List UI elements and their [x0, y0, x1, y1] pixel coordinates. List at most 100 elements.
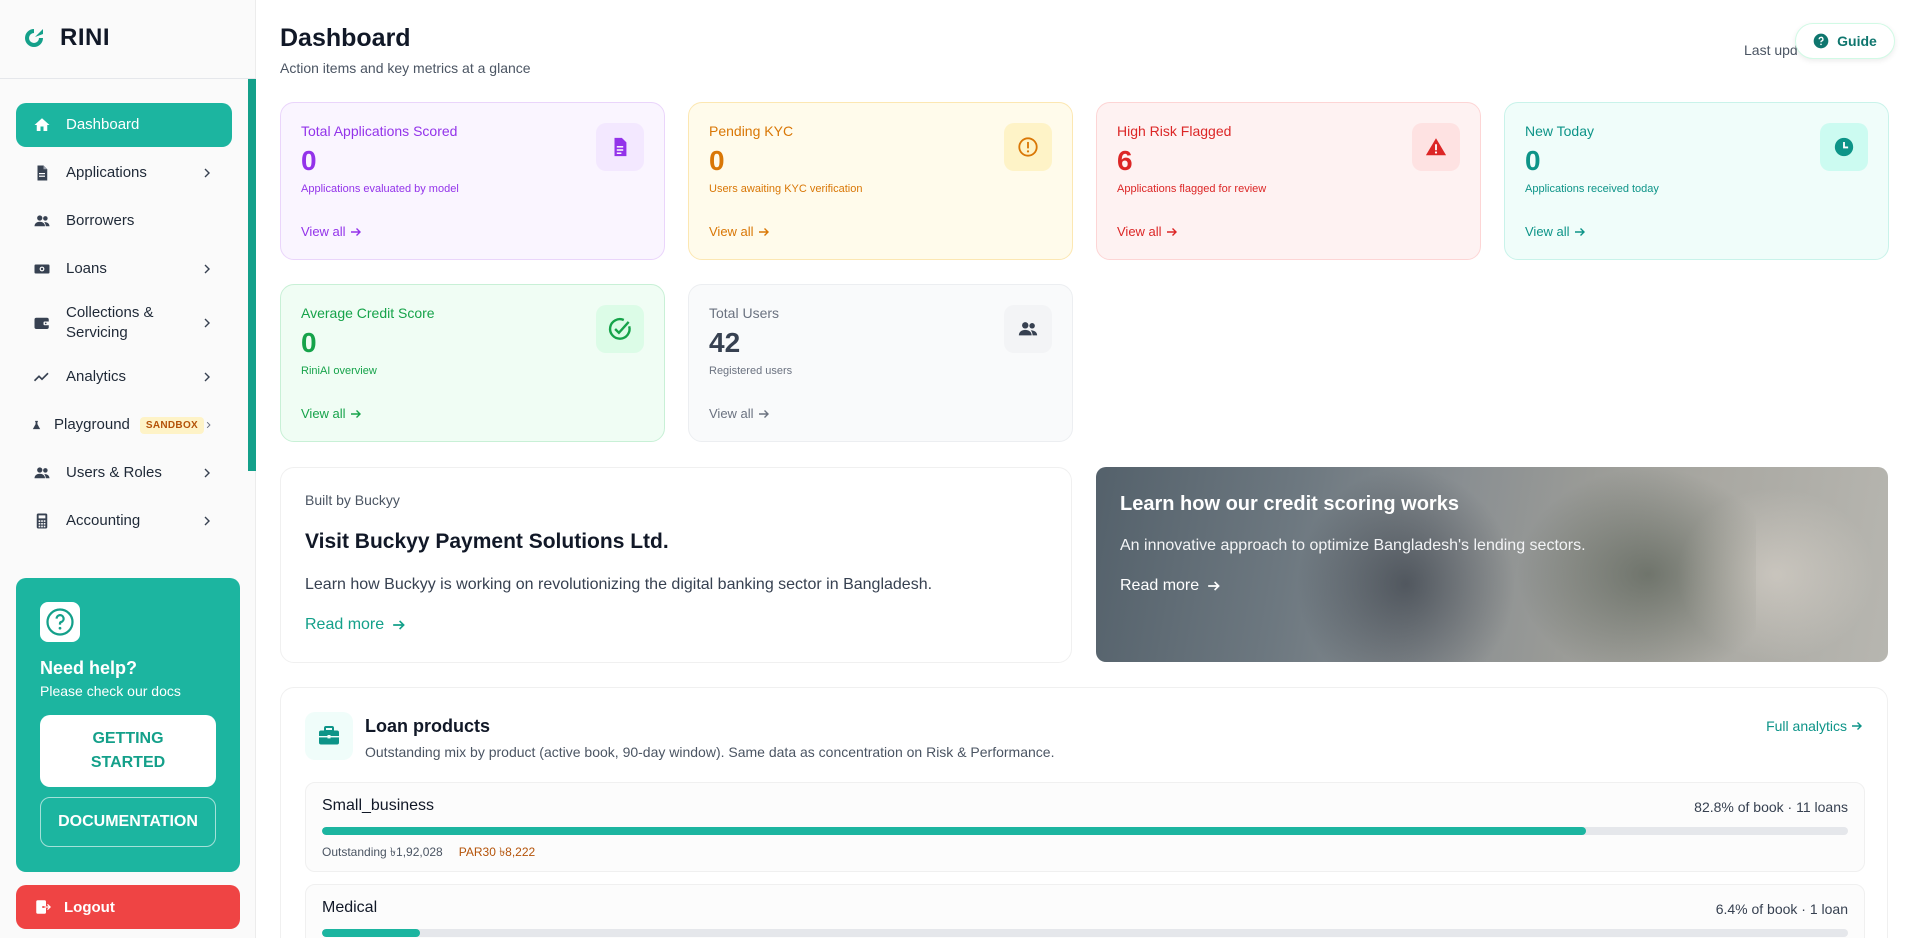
loan-product-row[interactable]: Medical 6.4% of book · 1 loan: [305, 884, 1865, 938]
view-all-link[interactable]: View all: [301, 224, 362, 239]
help-icon: [40, 602, 80, 642]
logo-icon: [25, 29, 43, 47]
loan-product-row[interactable]: Small_business 82.8% of book · 11 loans …: [305, 782, 1865, 872]
stat-value: 0: [301, 327, 317, 358]
view-all-label: View all: [301, 406, 346, 421]
help-title: Need help?: [40, 658, 138, 678]
stat-card-new-today[interactable]: New Today 0 Applications received today …: [1504, 102, 1889, 260]
getting-started-button[interactable]: GETTING STARTED: [40, 715, 216, 787]
product-share-bar: [322, 827, 1848, 835]
view-all-label: View all: [709, 224, 754, 239]
users-icon: [32, 211, 52, 231]
view-all-link[interactable]: View all: [1525, 224, 1586, 239]
credit-scoring-hero-card[interactable]: Learn how our credit scoring works An in…: [1096, 467, 1888, 662]
hero-image-person: [1676, 487, 1876, 662]
arrow-right-icon: [1852, 722, 1862, 730]
stat-description: Applications evaluated by model: [301, 183, 459, 195]
view-all-label: View all: [1117, 224, 1162, 239]
stat-description: Applications received today: [1525, 183, 1659, 195]
promo-read-more-link[interactable]: Read more: [305, 616, 1047, 634]
sidebar: RINI Dashboard Applications Borrowers Lo…: [0, 0, 256, 938]
product-share: 82.8% of book · 11 loans: [1694, 799, 1848, 815]
stat-card-applications-scored[interactable]: Total Applications Scored 0 Applications…: [280, 102, 665, 260]
briefcase-icon: [305, 712, 353, 760]
documentation-button[interactable]: DOCUMENTATION: [40, 797, 216, 847]
logout-icon: [36, 900, 51, 914]
view-all-link[interactable]: View all: [301, 406, 362, 421]
hero-read-more-link[interactable]: Read more: [1120, 577, 1221, 595]
hero-text: An innovative approach to optimize Bangl…: [1120, 537, 1586, 554]
product-share-bar: [322, 929, 1848, 937]
product-meta: Outstanding ৳1,92,028 PAR30 ৳8,222: [322, 844, 535, 864]
trend-icon: [32, 367, 52, 387]
sidebar-nav: Dashboard Applications Borrowers Loans C…: [16, 103, 232, 547]
promo-title: Visit Buckyy Payment Solutions Ltd.: [305, 530, 669, 553]
sidebar-item-label: Users & Roles: [66, 464, 162, 481]
logout-button[interactable]: Logout: [16, 885, 240, 929]
product-name: Small_business: [322, 797, 435, 814]
guide-label: Guide: [1837, 33, 1877, 49]
warning-icon: [1412, 123, 1460, 171]
read-more-label: Read more: [305, 616, 385, 633]
view-all-link[interactable]: View all: [1117, 224, 1178, 239]
product-par30: PAR30 ৳8,222: [458, 845, 536, 859]
stat-description: RiniAI overview: [301, 365, 377, 377]
sidebar-item-users-roles[interactable]: Users & Roles: [16, 451, 232, 495]
chevron-right-icon: [204, 318, 210, 328]
arrow-right-icon: [350, 227, 361, 236]
page-subtitle: Action items and key metrics at a glance: [280, 60, 531, 76]
sidebar-item-borrowers[interactable]: Borrowers: [16, 199, 232, 243]
clock-icon: [1820, 123, 1868, 171]
view-all-link[interactable]: View all: [709, 224, 770, 239]
product-name: Medical: [322, 899, 378, 916]
sidebar-item-dashboard[interactable]: Dashboard: [16, 103, 232, 147]
sidebar-item-collections[interactable]: Collections & Servicing: [16, 295, 232, 351]
flask-icon: [30, 415, 42, 435]
stat-value: 0: [301, 145, 317, 176]
sidebar-item-analytics[interactable]: Analytics: [16, 355, 232, 399]
view-all-label: View all: [301, 224, 346, 239]
sidebar-item-loans[interactable]: Loans: [16, 247, 232, 291]
stat-description: Registered users: [709, 365, 793, 377]
wallet-icon: [32, 313, 52, 333]
stat-label: Average Credit Score: [301, 305, 435, 321]
sidebar-item-label: Accounting: [66, 512, 141, 529]
arrow-right-icon: [1166, 227, 1177, 236]
chevron-right-icon: [204, 168, 210, 178]
sidebar-item-label: Applications: [66, 164, 147, 181]
arrow-right-icon: [1574, 227, 1585, 236]
sidebar-item-playground[interactable]: Playground SANDBOX: [16, 403, 232, 447]
chevron-right-icon: [204, 372, 210, 382]
sidebar-item-label: Dashboard: [66, 116, 140, 133]
help-subtitle: Please check our docs: [40, 683, 181, 699]
sidebar-scrollbar[interactable]: [248, 79, 256, 471]
chevron-right-icon: [204, 516, 210, 526]
brand[interactable]: RINI: [22, 24, 110, 52]
stat-card-average-credit-score[interactable]: Average Credit Score 0 RiniAI overview V…: [280, 284, 665, 442]
document-icon: [32, 163, 52, 183]
full-analytics-link[interactable]: Full analytics: [1766, 718, 1863, 734]
stat-value: 0: [709, 145, 725, 176]
product-share-fill: [322, 929, 420, 937]
view-all-link[interactable]: View all: [709, 406, 770, 421]
sidebar-item-applications[interactable]: Applications: [16, 151, 232, 195]
document-icon: [596, 123, 644, 171]
promo-overline: Built by Buckyy: [305, 492, 400, 508]
stat-label: Total Applications Scored: [301, 123, 458, 139]
divider: [0, 78, 256, 79]
chevron-right-icon: [204, 468, 210, 478]
stat-card-pending-kyc[interactable]: Pending KYC 0 Users awaiting KYC verific…: [688, 102, 1073, 260]
stat-card-high-risk[interactable]: High Risk Flagged 6 Applications flagged…: [1096, 102, 1481, 260]
guide-button[interactable]: Guide: [1795, 23, 1895, 59]
calculator-icon: [32, 511, 52, 531]
page-title: Dashboard: [280, 24, 411, 52]
brand-name: RINI: [60, 24, 110, 51]
arrow-right-icon: [758, 227, 769, 236]
stat-card-total-users[interactable]: Total Users 42 Registered users View all: [688, 284, 1073, 442]
view-all-label: View all: [1525, 224, 1570, 239]
sidebar-item-label: Collections & Servicing: [66, 304, 154, 341]
stat-value: 6: [1117, 145, 1133, 176]
sandbox-badge: SANDBOX: [139, 416, 204, 434]
stat-label: Total Users: [709, 305, 780, 321]
sidebar-item-accounting[interactable]: Accounting: [16, 499, 232, 543]
